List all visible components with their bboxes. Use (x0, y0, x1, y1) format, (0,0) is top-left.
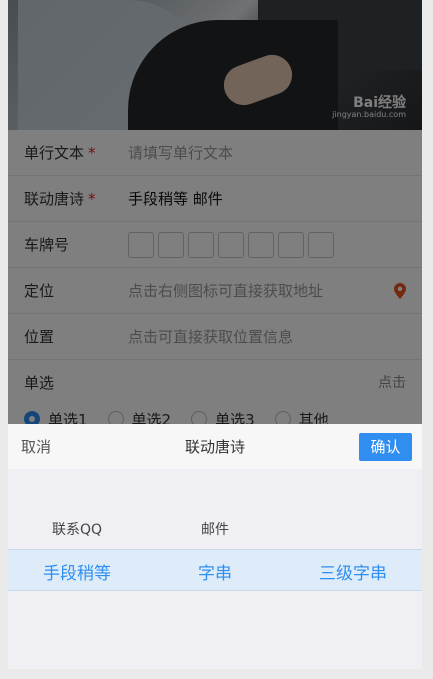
col1-selected[interactable]: 手段稍等 (8, 559, 146, 584)
col3-selected[interactable]: 三级字串 (284, 559, 422, 584)
phone-screen: Bai经验 jingyan.baidu.com 单行文本* 请填写单行文本 联动… (8, 0, 422, 669)
col2-selected[interactable]: 字串 (146, 559, 284, 584)
picker-toolbar: 取消 联动唐诗 确认 (8, 424, 422, 469)
col2-option[interactable]: 邮件 (146, 519, 284, 539)
col1-option[interactable]: 联系QQ (8, 519, 146, 539)
linkage-picker: 取消 联动唐诗 确认 联系QQ 邮件 手段稍等 字串 三级字串 (8, 424, 422, 669)
cancel-button[interactable]: 取消 (21, 436, 51, 457)
picker-columns[interactable]: 联系QQ 邮件 手段稍等 字串 三级字串 (8, 469, 422, 669)
confirm-button[interactable]: 确认 (359, 433, 412, 461)
